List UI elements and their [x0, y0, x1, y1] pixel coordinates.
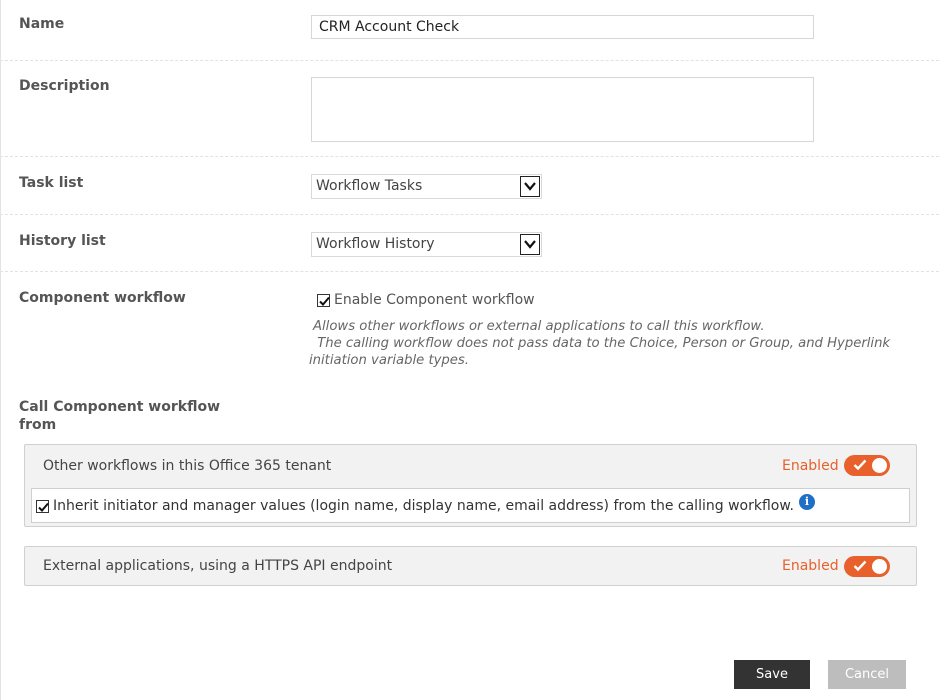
inherit-values-checkbox[interactable] [36, 500, 49, 513]
chevron-down-icon[interactable] [520, 176, 540, 197]
toggle-knob [872, 559, 887, 574]
other-workflows-toggle[interactable] [844, 455, 890, 476]
toggle-knob [872, 458, 887, 473]
name-input[interactable] [311, 15, 814, 39]
inherit-values-label[interactable]: Inherit initiator and manager values (lo… [53, 498, 794, 514]
save-button[interactable]: Save [734, 660, 810, 689]
divider [0, 156, 939, 157]
history-list-value: Workflow History [316, 236, 435, 252]
help-line-3: initiation variable types. [309, 353, 469, 368]
other-workflows-panel: Other workflows in this Office 365 tenan… [24, 444, 917, 527]
external-apps-status: Enabled [782, 558, 839, 574]
help-line-1: Allows other workflows or external appli… [313, 319, 765, 334]
call-from-label: Call Component workflow from [19, 398, 220, 434]
component-workflow-label: Component workflow [19, 290, 186, 306]
component-help-text: Allows other workflows or external appli… [309, 318, 891, 369]
history-list-select[interactable]: Workflow History [311, 232, 542, 257]
left-border [0, 0, 1, 700]
call-from-label-line1: Call Component workflow [19, 399, 221, 415]
divider [0, 60, 939, 61]
chevron-down-icon[interactable] [520, 234, 540, 255]
history-list-label: History list [19, 233, 106, 249]
divider [0, 271, 939, 272]
call-from-label-line2: from [19, 417, 57, 433]
task-list-value: Workflow Tasks [316, 178, 423, 194]
external-apps-title: External applications, using a HTTPS API… [43, 558, 393, 574]
external-apps-panel: External applications, using a HTTPS API… [24, 546, 917, 586]
help-line-2: The calling workflow does not pass data … [313, 336, 891, 351]
description-textarea[interactable] [311, 77, 814, 142]
divider [0, 214, 939, 215]
cancel-button[interactable]: Cancel [828, 660, 906, 689]
external-apps-toggle[interactable] [844, 556, 890, 577]
task-list-select[interactable]: Workflow Tasks [311, 174, 542, 199]
enable-component-label[interactable]: Enable Component workflow [334, 292, 535, 308]
other-workflows-status: Enabled [782, 458, 839, 474]
enable-component-checkbox[interactable] [317, 294, 330, 307]
task-list-label: Task list [19, 175, 84, 191]
name-label: Name [19, 16, 65, 32]
info-icon[interactable]: i [799, 494, 815, 510]
description-label: Description [19, 78, 110, 94]
inherit-options-box: Inherit initiator and manager values (lo… [31, 488, 910, 523]
other-workflows-title: Other workflows in this Office 365 tenan… [43, 458, 332, 474]
